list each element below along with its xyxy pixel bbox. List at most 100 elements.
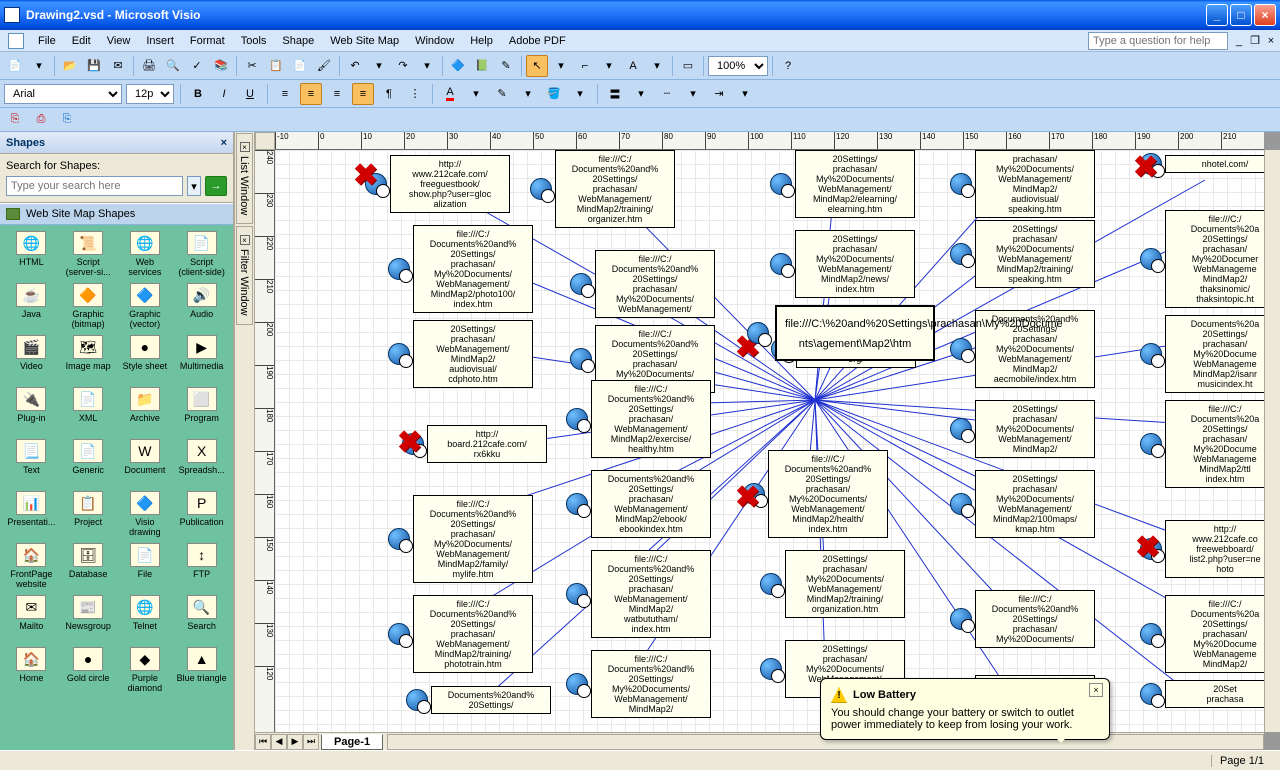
shape-item-project[interactable]: 📋Project	[61, 489, 116, 539]
shape-item-text[interactable]: 📃Text	[4, 437, 59, 487]
menu-websitemap[interactable]: Web Site Map	[322, 33, 407, 49]
undo-button[interactable]: ↶	[344, 55, 366, 77]
shape-item-plug-in[interactable]: 🔌Plug-in	[4, 385, 59, 435]
shape-item-document[interactable]: WDocument	[118, 437, 173, 487]
menu-adobepdf[interactable]: Adobe PDF	[501, 33, 574, 49]
shapes-panel-close-button[interactable]: ×	[221, 137, 227, 149]
sitemap-node[interactable]: file:///C:/Documents%20and%20Settings/pr…	[555, 150, 675, 228]
sitemap-node[interactable]: 20Settings/prachasan/My%20Documents/WebM…	[795, 150, 915, 218]
sitemap-node[interactable]: file:///C:/Documents%20and%20Settings/pr…	[413, 225, 533, 313]
underline-button[interactable]: U	[239, 83, 261, 105]
prev-page-button[interactable]: ◀	[271, 734, 287, 750]
balloon-close-button[interactable]: ×	[1089, 683, 1103, 697]
shape-item-publication[interactable]: PPublication	[174, 489, 229, 539]
menu-view[interactable]: View	[99, 33, 139, 49]
sitemap-node[interactable]: file:///C:/Documents%20and%20Settings/pr…	[768, 450, 888, 538]
distribute-button[interactable]: ¶	[378, 83, 400, 105]
sitemap-node[interactable]: Documents%20and%20Settings/prachasan/Web…	[591, 470, 711, 538]
sitemap-node[interactable]: prachasan/My%20Documents/WebManagement/M…	[975, 150, 1095, 218]
line-ends-dropdown[interactable]: ▾	[734, 83, 756, 105]
font-name-select[interactable]: Arial	[4, 84, 122, 104]
align-justify-button[interactable]: ≡	[352, 83, 374, 105]
shape-item-web-services[interactable]: 🌐Web services	[118, 229, 173, 279]
connector-tool-button[interactable]: ⌐	[574, 55, 596, 77]
sitemap-node[interactable]: file:///C:/Documents%20and%20Settings/pr…	[975, 590, 1095, 648]
bold-button[interactable]: B	[187, 83, 209, 105]
font-color-button[interactable]: A	[439, 83, 461, 105]
open-button[interactable]: 📂	[59, 55, 81, 77]
menu-window[interactable]: Window	[407, 33, 462, 49]
rectangle-tool-button[interactable]: ▭	[677, 55, 699, 77]
list-window-tab[interactable]: ×List Window	[236, 133, 253, 224]
email-button[interactable]: ✉	[107, 55, 129, 77]
shapes-search-dropdown[interactable]: ▾	[187, 176, 201, 196]
shape-item-blue-triangle[interactable]: ▲Blue triangle	[174, 645, 229, 695]
shape-item-purple-diamond[interactable]: ◆Purple diamond	[118, 645, 173, 695]
sitemap-node[interactable]: 20Settings/prachasan/My%20Documents/WebM…	[975, 400, 1095, 458]
pointer-tool-button[interactable]: ↖	[526, 55, 548, 77]
shape-item-search[interactable]: 🔍Search	[174, 593, 229, 643]
menu-shape[interactable]: Shape	[274, 33, 322, 49]
sitemap-node[interactable]: file:///C:/Documents%20and%20Settings/pr…	[595, 250, 715, 318]
sitemap-node[interactable]: 20Settings/prachasan/My%20Documents/WebM…	[975, 220, 1095, 288]
shape-item-xml[interactable]: 📄XML	[61, 385, 116, 435]
font-size-select[interactable]: 12pt	[126, 84, 174, 104]
menu-file[interactable]: File	[30, 33, 64, 49]
zoom-select[interactable]: 100%	[708, 56, 768, 76]
connector-dropdown[interactable]: ▾	[598, 55, 620, 77]
shape-item-generic[interactable]: 📄Generic	[61, 437, 116, 487]
mdi-minimize-button[interactable]: _	[1232, 34, 1246, 48]
new-dropdown[interactable]: ▾	[28, 55, 50, 77]
sitemap-node[interactable]: 20Settings/prachasan/My%20Documents/WebM…	[975, 470, 1095, 538]
shape-item-html[interactable]: 🌐HTML	[4, 229, 59, 279]
first-page-button[interactable]: ⏮	[255, 734, 271, 750]
menu-insert[interactable]: Insert	[138, 33, 182, 49]
filter-window-tab[interactable]: ×Filter Window	[236, 226, 253, 325]
shape-item-graphic-vector-[interactable]: 🔷Graphic (vector)	[118, 281, 173, 331]
shape-item-multimedia[interactable]: ▶Multimedia	[174, 333, 229, 383]
shape-item-mailto[interactable]: ✉Mailto	[4, 593, 59, 643]
vertical-scrollbar[interactable]	[1264, 150, 1280, 732]
sitemap-node[interactable]: Documents%20a20Settings/prachasan/My%20D…	[1165, 315, 1264, 393]
convert-to-pdf-button[interactable]: ⎘	[4, 109, 26, 131]
line-ends-button[interactable]: ⇥	[708, 83, 730, 105]
sitemap-node[interactable]: 20Settings/prachasan/WebManagement/MindM…	[413, 320, 533, 388]
convert-pdf-email-button[interactable]: ⎙	[30, 109, 52, 131]
line-color-dropdown[interactable]: ▾	[517, 83, 539, 105]
sitemap-node[interactable]: http://www.212cafe.cofreewebboard/list2.…	[1165, 520, 1264, 578]
shape-item-telnet[interactable]: 🌐Telnet	[118, 593, 173, 643]
print-preview-button[interactable]: 🔍	[162, 55, 184, 77]
shapes-search-input[interactable]	[6, 176, 183, 196]
shape-item-java[interactable]: ☕Java	[4, 281, 59, 331]
help-button[interactable]: ?	[777, 55, 799, 77]
shape-item-visio-drawing[interactable]: 🔷Visio drawing	[118, 489, 173, 539]
shape-item-spreadsh-[interactable]: XSpreadsh...	[174, 437, 229, 487]
shape-item-newsgroup[interactable]: 📰Newsgroup	[61, 593, 116, 643]
sitemap-node[interactable]: 20Settings/prachasan/My%20Documents/WebM…	[785, 550, 905, 618]
shape-item-ftp[interactable]: ↕FTP	[174, 541, 229, 591]
menu-edit[interactable]: Edit	[64, 33, 99, 49]
sitemap-node[interactable]: file:///C:/Documents%20a20Settings/prach…	[1165, 210, 1264, 308]
stencil-header[interactable]: Web Site Map Shapes	[0, 203, 233, 225]
align-right-button[interactable]: ≡	[326, 83, 348, 105]
shapes-window-button[interactable]: 🔷	[447, 55, 469, 77]
sitemap-node[interactable]: file:///C:/Documents%20and%20Settings/pr…	[413, 495, 533, 583]
save-button[interactable]: 💾	[83, 55, 105, 77]
shape-item-style-sheet[interactable]: ●Style sheet	[118, 333, 173, 383]
line-weight-button[interactable]: 〓	[604, 83, 626, 105]
center-node[interactable]: file:///C:\%20and%20Settings\prachasan\M…	[775, 305, 935, 361]
visio-doc-icon[interactable]	[8, 33, 24, 49]
sitemap-node[interactable]: file:///C:/Documents%20and%20Settings/pr…	[413, 595, 533, 673]
sitemap-node[interactable]: file:///C:/Documents%20a20Settings/prach…	[1165, 595, 1264, 673]
pointer-dropdown[interactable]: ▾	[550, 55, 572, 77]
shape-item-graphic-bitmap-[interactable]: 🔶Graphic (bitmap)	[61, 281, 116, 331]
shape-item-archive[interactable]: 📁Archive	[118, 385, 173, 435]
shape-item-image-map[interactable]: 🗺Image map	[61, 333, 116, 383]
shape-item-script-server-si-[interactable]: 📜Script (server-si...	[61, 229, 116, 279]
shape-item-frontpage-website[interactable]: 🏠FrontPage website	[4, 541, 59, 591]
shape-item-home[interactable]: 🏠Home	[4, 645, 59, 695]
mdi-restore-button[interactable]: ❐	[1248, 34, 1262, 48]
copy-button[interactable]: 📋	[265, 55, 287, 77]
close-button[interactable]: ×	[1254, 4, 1276, 26]
line-pattern-button[interactable]: ┄	[656, 83, 678, 105]
